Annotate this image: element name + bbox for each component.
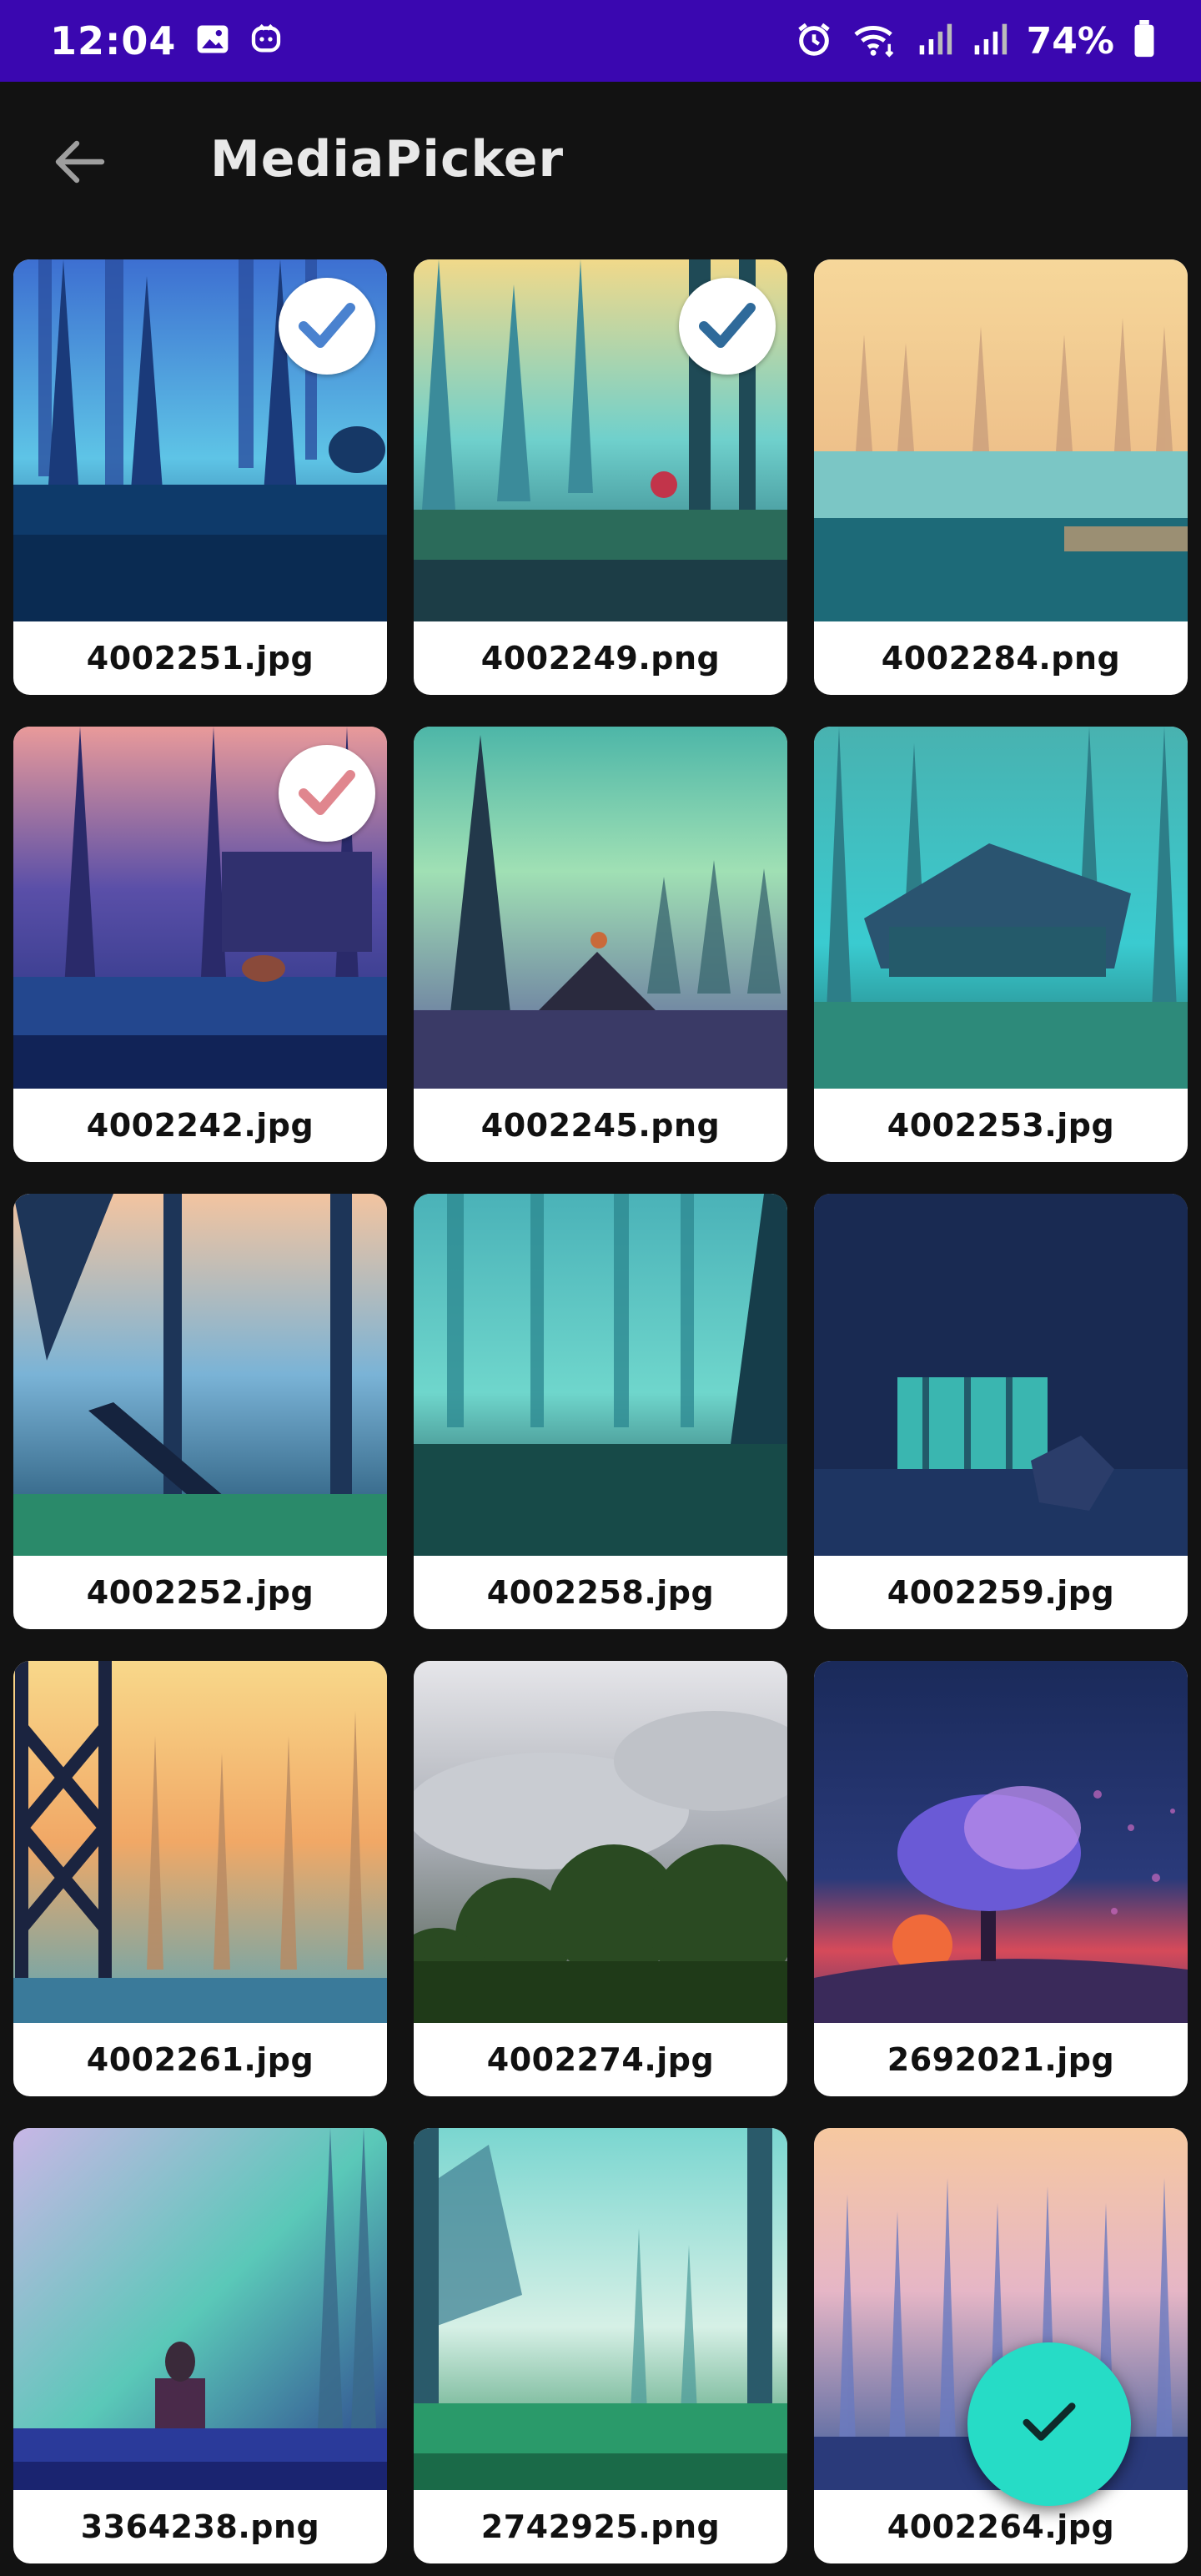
media-thumbnail (414, 1661, 787, 2023)
media-thumbnail (814, 1194, 1188, 1556)
back-button[interactable] (45, 133, 112, 194)
media-filename: 4002249.png (480, 640, 721, 677)
media-filename: 4002251.jpg (86, 640, 314, 677)
battery-icon (1133, 20, 1156, 62)
assistant-icon (249, 21, 283, 61)
media-item[interactable]: 2692021.jpg (814, 1661, 1188, 2096)
selected-check-badge (279, 278, 375, 375)
media-item[interactable]: 4002252.jpg (13, 1194, 387, 1629)
media-item[interactable]: 4002259.jpg (814, 1194, 1188, 1629)
media-filename: 2692021.jpg (887, 2041, 1115, 2078)
media-thumbnail (414, 1194, 787, 1556)
media-item[interactable]: 4002274.jpg (414, 1661, 787, 2096)
media-item[interactable]: 4002251.jpg (13, 259, 387, 695)
media-filename: 4002264.jpg (887, 2508, 1115, 2545)
signal-icon (972, 21, 1008, 61)
arrow-left-icon (52, 138, 105, 189)
media-thumbnail (814, 259, 1188, 621)
media-thumbnail (814, 727, 1188, 1089)
media-filename: 4002252.jpg (86, 1574, 314, 1611)
media-item[interactable]: 4002284.png (814, 259, 1188, 695)
media-thumbnail (414, 2128, 787, 2490)
media-filename: 4002261.jpg (86, 2041, 314, 2078)
battery-percent: 74% (1026, 19, 1114, 63)
signal-icon (917, 21, 953, 61)
status-time: 12:04 (50, 18, 177, 63)
media-filename: 4002284.png (881, 640, 1121, 677)
media-item[interactable]: 4002242.jpg (13, 727, 387, 1162)
media-item[interactable]: 4002258.jpg (414, 1194, 787, 1629)
media-item[interactable]: 4002261.jpg (13, 1661, 387, 2096)
status-bar-right: 74% (795, 20, 1156, 63)
media-item[interactable]: 4002264.jpg (814, 2128, 1188, 2563)
confirm-selection-button[interactable] (967, 2342, 1131, 2506)
media-filename: 4002245.png (480, 1107, 721, 1144)
media-filename: 4002259.jpg (887, 1574, 1115, 1611)
wifi-icon (852, 20, 898, 62)
media-filename: 4002258.jpg (486, 1574, 715, 1611)
app-bar: MediaPicker (0, 82, 1201, 245)
check-icon (697, 301, 757, 351)
media-filename: 2742925.png (480, 2508, 721, 2545)
media-thumbnail (814, 1661, 1188, 2023)
media-item[interactable]: 4002253.jpg (814, 727, 1188, 1162)
media-item[interactable]: 4002245.png (414, 727, 787, 1162)
media-thumbnail (13, 1194, 387, 1556)
media-item[interactable]: 2742925.png (414, 2128, 787, 2563)
media-item[interactable]: 3364238.png (13, 2128, 387, 2563)
selected-check-badge (279, 745, 375, 842)
media-filename: 4002274.jpg (486, 2041, 715, 2078)
media-thumbnail (414, 259, 787, 621)
alarm-icon (795, 20, 833, 62)
check-icon (297, 301, 357, 351)
media-thumbnail (13, 2128, 387, 2490)
page-title: MediaPicker (210, 130, 565, 189)
check-icon (297, 768, 357, 818)
media-grid: 4002251.jpg 4002249.png 4002284.png 4002… (13, 259, 1188, 2563)
check-icon (1020, 2399, 1078, 2449)
media-thumbnail (13, 259, 387, 621)
gallery-icon (194, 21, 231, 61)
media-filename: 4002253.jpg (887, 1107, 1115, 1144)
media-thumbnail (414, 727, 787, 1089)
media-filename: 3364238.png (80, 2508, 320, 2545)
status-bar: 12:04 74% (0, 0, 1201, 82)
media-thumbnail (13, 1661, 387, 2023)
media-filename: 4002242.jpg (86, 1107, 314, 1144)
selected-check-badge (679, 278, 776, 375)
media-thumbnail (13, 727, 387, 1089)
status-bar-left: 12:04 (50, 18, 283, 63)
media-item[interactable]: 4002249.png (414, 259, 787, 695)
